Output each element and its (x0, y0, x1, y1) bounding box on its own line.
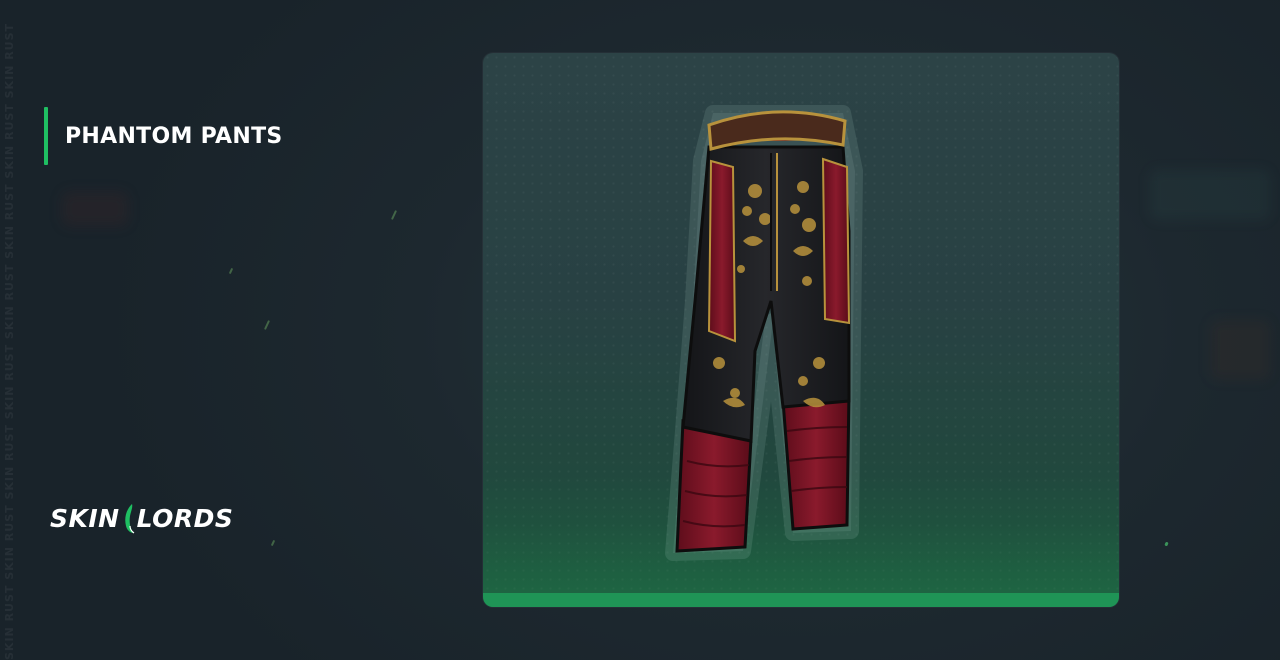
item-title: PHANTOM PANTS (44, 107, 283, 165)
claw-icon (124, 504, 134, 534)
banner: SKIN RUST SKIN RUST SKIN RUST SKIN RUST … (0, 0, 1280, 660)
spark (228, 267, 234, 275)
background-blob (1210, 320, 1270, 380)
skinlords-logo: SKIN LORDS (50, 498, 233, 538)
item-card (483, 53, 1119, 607)
logo-text-left: SKIN (50, 503, 120, 533)
title-accent-bar (44, 107, 48, 165)
card-accent-underline (483, 593, 1119, 607)
spark (390, 210, 398, 220)
logo-text-right: LORDS (136, 503, 234, 533)
spark (1164, 541, 1169, 547)
background-blob (1150, 170, 1270, 220)
background-blob (62, 192, 128, 226)
spark (270, 539, 276, 547)
side-watermark: SKIN RUST SKIN RUST SKIN RUST SKIN RUST … (3, 22, 16, 660)
pants-icon (665, 105, 863, 561)
spark (263, 320, 271, 330)
item-name: PHANTOM PANTS (65, 123, 283, 149)
